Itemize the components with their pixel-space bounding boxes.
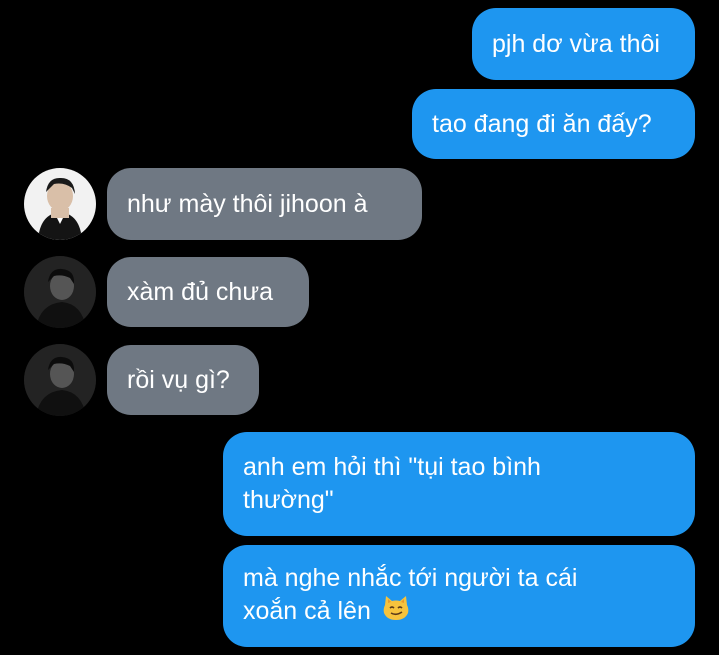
message-bubble-incoming[interactable]: xàm đủ chưa bbox=[107, 257, 309, 327]
avatar-photo-icon bbox=[24, 344, 96, 416]
message-text: xàm đủ chưa bbox=[127, 277, 273, 306]
contact-avatar[interactable] bbox=[24, 168, 96, 240]
message-bubble-incoming[interactable]: như mày thôi jihoon à bbox=[107, 168, 422, 240]
contact-avatar[interactable] bbox=[24, 256, 96, 328]
message-content: mà nghe nhắc tới người ta cái xoắn cả lê… bbox=[243, 562, 623, 630]
message-bubble-incoming[interactable]: rồi vụ gì? bbox=[107, 345, 259, 415]
message-text: mà nghe nhắc tới người ta cái xoắn cả lê… bbox=[243, 564, 578, 626]
smirking-cat-emoji-icon bbox=[382, 595, 410, 630]
message-text: pjh dơ vừa thôi bbox=[492, 29, 660, 58]
contact-avatar[interactable] bbox=[24, 344, 96, 416]
message-bubble-outgoing[interactable]: tao đang đi ăn đấy? bbox=[412, 89, 695, 159]
message-bubble-outgoing[interactable]: mà nghe nhắc tới người ta cái xoắn cả lê… bbox=[223, 545, 695, 647]
avatar-photo-icon bbox=[24, 168, 96, 240]
message-text: anh em hỏi thì "tụi tao bình thường" bbox=[243, 453, 541, 514]
message-bubble-outgoing[interactable]: pjh dơ vừa thôi bbox=[472, 8, 695, 80]
message-bubble-outgoing[interactable]: anh em hỏi thì "tụi tao bình thường" bbox=[223, 432, 695, 536]
message-text: như mày thôi jihoon à bbox=[127, 189, 368, 218]
message-text: rồi vụ gì? bbox=[127, 365, 230, 394]
avatar-photo-icon bbox=[24, 256, 96, 328]
message-text: tao đang đi ăn đấy? bbox=[432, 109, 652, 138]
